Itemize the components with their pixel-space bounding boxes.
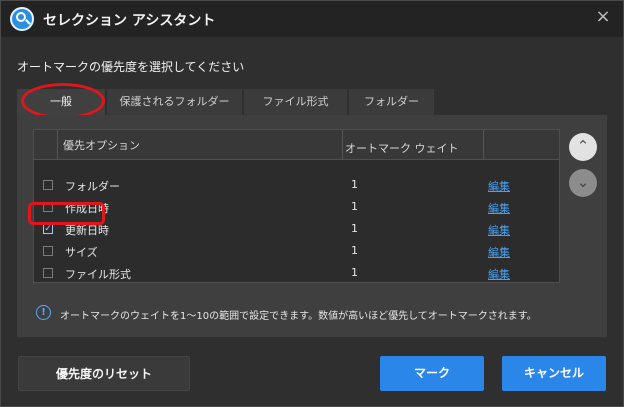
row-checkbox[interactable]	[43, 268, 53, 278]
priority-table: 優先オプション オートマーク ウェイト フォルダー 1 編集 作成日時 1 編集…	[33, 129, 560, 283]
cancel-button[interactable]: キャンセル	[502, 356, 606, 391]
move-down-button[interactable]: ⌄	[569, 169, 597, 197]
row-option-label: ファイル形式	[65, 268, 131, 281]
row-weight-value: 1	[351, 244, 358, 257]
row-weight-value: 1	[351, 200, 358, 213]
tab-folders[interactable]: フォルダー	[349, 89, 434, 115]
row-checkbox[interactable]	[43, 180, 53, 190]
table-row: ✓ 更新日時 1 編集	[34, 218, 559, 240]
close-icon[interactable]: ×	[593, 7, 613, 27]
info-icon: !	[36, 305, 51, 320]
table-row: 作成日時 1 編集	[34, 196, 559, 218]
selection-assistant-icon	[10, 7, 34, 31]
title-bar: セレクション アシスタント ×	[1, 1, 623, 37]
tab-file-types[interactable]: ファイル形式	[244, 89, 347, 115]
row-edit-link[interactable]: 編集	[488, 244, 510, 260]
row-checkbox[interactable]	[43, 246, 53, 256]
info-text: オートマークのウェイトを1～10の範囲で設定できます。数値が高いほど優先してオー…	[60, 311, 537, 322]
tab-highlight-ring	[21, 83, 105, 119]
move-up-button[interactable]: ⌃	[569, 133, 597, 161]
row-edit-link[interactable]: 編集	[488, 178, 510, 194]
row-edit-link[interactable]: 編集	[488, 200, 510, 216]
row-checkbox-checked[interactable]: ✓	[43, 224, 53, 234]
header-priority-option: 優先オプション	[63, 139, 140, 152]
row-option-label: フォルダー	[65, 180, 120, 193]
row-weight-value: 1	[351, 222, 358, 235]
table-header: 優先オプション オートマーク ウェイト	[34, 130, 559, 160]
general-tab-panel: 優先オプション オートマーク ウェイト フォルダー 1 編集 作成日時 1 編集…	[17, 115, 607, 337]
header-automark-weight: オートマーク ウェイト	[345, 142, 459, 155]
row-weight-value: 1	[351, 178, 358, 191]
table-row: サイズ 1 編集	[34, 240, 559, 262]
row-option-label: サイズ	[65, 246, 98, 259]
reset-priority-button[interactable]: 優先度のリセット	[18, 356, 190, 391]
table-row: フォルダー 1 編集	[34, 174, 559, 196]
selection-assistant-dialog: セレクション アシスタント × オートマークの優先度を選択してください 一般 保…	[0, 0, 624, 407]
tab-protected-folders[interactable]: 保護されるフォルダー	[107, 89, 242, 115]
row-edit-link[interactable]: 編集	[488, 222, 510, 238]
row-edit-link[interactable]: 編集	[488, 266, 510, 282]
table-row: ファイル形式 1 編集	[34, 262, 559, 284]
row-weight-value: 1	[351, 266, 358, 279]
row-highlight-box	[28, 202, 105, 225]
instruction-text: オートマークの優先度を選択してください	[17, 60, 245, 74]
mark-button[interactable]: マーク	[380, 356, 484, 391]
dialog-title: セレクション アシスタント	[43, 13, 216, 29]
